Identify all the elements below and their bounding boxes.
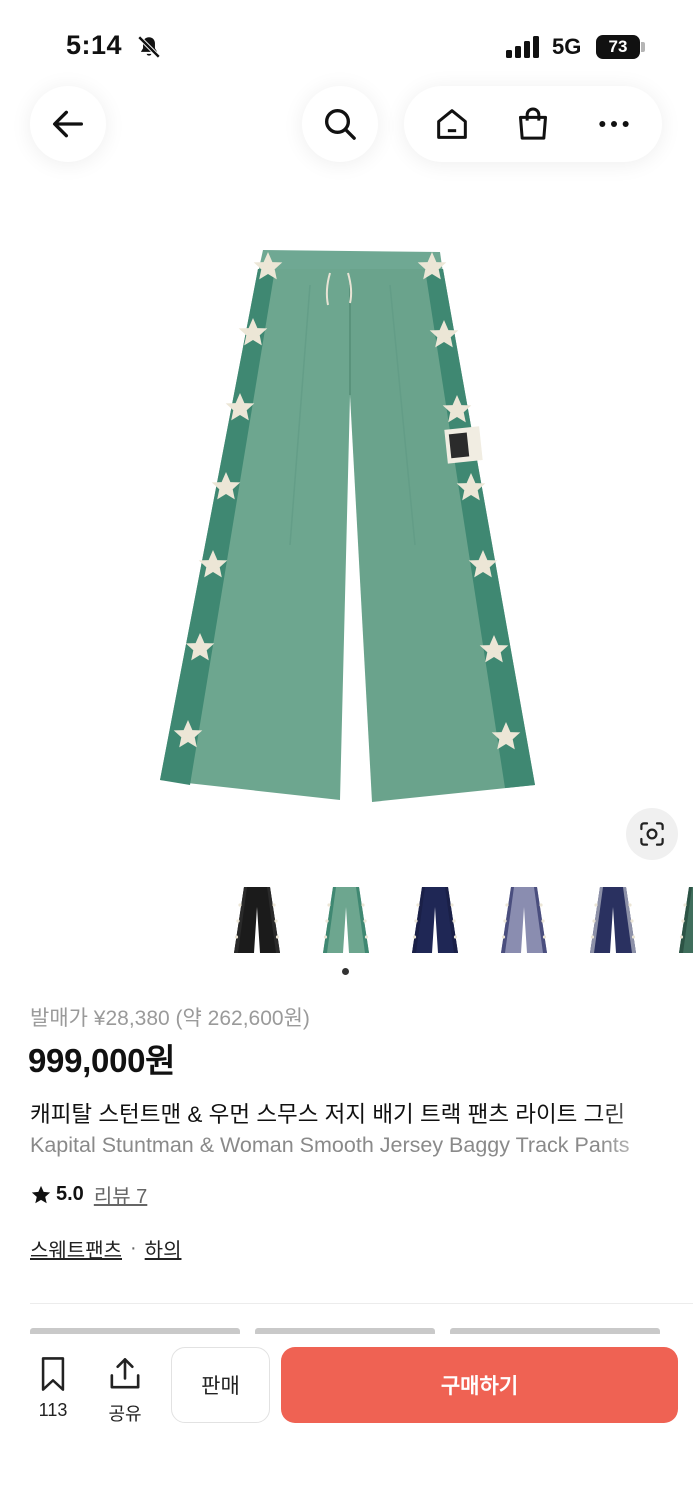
thumbnail-image [501, 887, 547, 953]
bottom-action-bar: 113 공유 판매 구매하기 [0, 1334, 693, 1500]
cart-button[interactable] [507, 98, 559, 150]
image-search-button[interactable] [626, 808, 678, 860]
section-divider [30, 1303, 693, 1304]
thumbnail-image [323, 887, 369, 953]
bookmark-count: 113 [38, 1400, 68, 1420]
rating-value: 5.0 [56, 1183, 84, 1205]
status-time: 5:14 [66, 30, 123, 60]
subcategory-link[interactable]: 하의 [145, 1234, 182, 1263]
battery-indicator: 73 [596, 35, 640, 59]
thumbnail-purple-grey[interactable] [489, 880, 559, 960]
shopping-bag-icon [518, 107, 547, 140]
more-button[interactable] [588, 98, 640, 150]
thumbnail-navy[interactable] [400, 880, 470, 960]
sell-button[interactable]: 판매 [171, 1347, 270, 1423]
review-link[interactable]: 리뷰 7 [94, 1180, 147, 1209]
product-title-korean: 캐피탈 스턴트맨 & 우먼 스무스 저지 배기 트랙 팬츠 라이트 그린 [30, 1102, 626, 1127]
more-dots-icon [598, 121, 629, 127]
arrow-left-icon [53, 110, 84, 138]
cut-off-text-row [30, 1322, 670, 1334]
search-icon [325, 109, 356, 140]
thumbnail-navy-grey[interactable] [578, 880, 648, 960]
product-price: 999,000원 [28, 1042, 176, 1079]
category-breadcrumb: 스웨트팬츠 · 하의 [30, 1234, 181, 1263]
signal-icon [506, 36, 539, 58]
share-icon [110, 1358, 140, 1389]
rating-row: 5.0 리뷰 7 [30, 1180, 147, 1209]
thumbnail-image [590, 887, 636, 953]
status-bar: 5:14 5G 73 [0, 0, 693, 90]
share-label: 공유 [108, 1404, 142, 1424]
share-button[interactable]: 공유 [95, 1354, 155, 1426]
network-label: 5G [552, 34, 582, 59]
thumbnail-image [234, 887, 280, 953]
thumbnail-image [412, 887, 458, 953]
bookmark-button[interactable]: 113 [23, 1354, 83, 1421]
thumbnail-black[interactable] [222, 880, 292, 960]
home-icon [437, 109, 468, 139]
category-separator: · [130, 1237, 137, 1259]
thumbnail-light-green[interactable] [311, 880, 381, 960]
category-link[interactable]: 스웨트팬츠 [30, 1234, 122, 1263]
thumbnail-image [679, 887, 693, 953]
bell-muted-icon [137, 35, 161, 59]
bookmark-icon [41, 1357, 65, 1391]
camera-lens-icon [640, 822, 664, 846]
nav-action-group [404, 86, 662, 162]
star-icon [31, 1185, 51, 1203]
back-button[interactable] [30, 86, 106, 162]
search-button[interactable] [302, 86, 378, 162]
product-image[interactable] [150, 245, 545, 810]
home-button[interactable] [426, 98, 478, 150]
thumbnail-strip [222, 880, 693, 960]
buy-button[interactable]: 구매하기 [281, 1347, 678, 1423]
title-fade-overlay [600, 1090, 693, 1170]
release-price: 발매가 ¥28,380 (약 262,600원) [30, 1007, 310, 1030]
carousel-indicator [342, 968, 349, 975]
thumbnail-green-partial[interactable] [667, 880, 693, 960]
product-title-english: Kapital Stuntman & Woman Smooth Jersey B… [30, 1133, 630, 1157]
battery-cap [641, 42, 645, 52]
